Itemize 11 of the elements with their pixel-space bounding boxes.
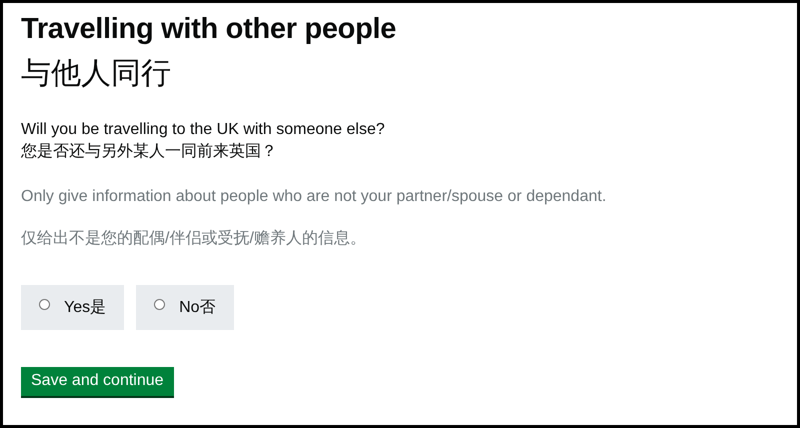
radio-circle[interactable] <box>39 299 50 310</box>
question-text: Will you be travelling to the UK with someone else? <box>21 120 386 140</box>
radio-option[interactable]: No否 <box>136 285 234 330</box>
page-heading-translation: 与他人同行 <box>21 55 172 93</box>
hint-text: Only give information about people who are not your partner/spouse or dependant. <box>21 187 608 207</box>
save-button[interactable]: Save and continue <box>21 367 174 396</box>
radio-option[interactable]: Yes是 <box>21 285 124 330</box>
page-heading: Travelling with other people <box>21 12 398 46</box>
radio-circle[interactable] <box>154 299 166 310</box>
question-translation: 您是否还与另外某人一同前来英国？ <box>21 142 278 162</box>
hint-translation: 仅给出不是您的配偶/伴侣或受抚/赡养人的信息。 <box>21 228 367 249</box>
